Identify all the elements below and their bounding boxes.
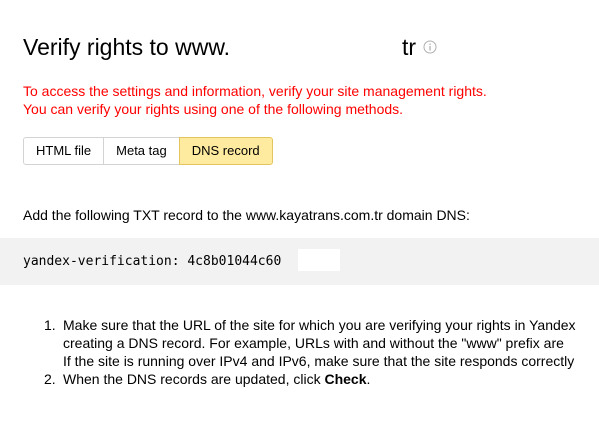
step-1-line-1: Make sure that the URL of the site for w… (63, 317, 576, 333)
page-header: Verify rights to www. tr (23, 32, 599, 64)
verification-method-tabs: HTML file Meta tag DNS record (23, 137, 273, 165)
steps-list: 1. Make sure that the URL of the site fo… (44, 316, 599, 388)
notice-line-2: You can verify your rights using one of … (23, 101, 404, 117)
txt-record-box: yandex-verification: 4c8b01044c60 (0, 238, 599, 285)
check-keyword: Check (324, 371, 367, 387)
step-1-line-2: creating a DNS record. For example, URLs… (63, 335, 564, 351)
page-title: Verify rights to www. (23, 34, 231, 60)
step-2-text: When the DNS records are updated, click (63, 371, 325, 387)
tab-dns-record[interactable]: DNS record (178, 137, 273, 165)
list-item: 1. Make sure that the URL of the site fo… (44, 316, 599, 370)
verification-notice: To access the settings and information, … (23, 82, 599, 118)
dns-instruction: Add the following TXT record to the www.… (23, 207, 470, 223)
page-title-tld: tr (402, 34, 417, 60)
txt-record-value[interactable]: yandex-verification: 4c8b01044c60 (23, 253, 281, 271)
step-number: 2. (44, 371, 56, 387)
list-item: 2. When the DNS records are updated, cli… (44, 370, 599, 388)
step-number: 1. (44, 317, 56, 333)
notice-line-1: To access the settings and information, … (23, 83, 487, 99)
info-icon[interactable] (423, 40, 437, 54)
tab-meta-tag[interactable]: Meta tag (103, 137, 180, 165)
redaction-block (298, 249, 340, 271)
step-2-period: . (366, 371, 371, 387)
step-1-line-3: If the site is running over IPv4 and IPv… (63, 353, 575, 369)
tab-html-file[interactable]: HTML file (23, 137, 105, 165)
